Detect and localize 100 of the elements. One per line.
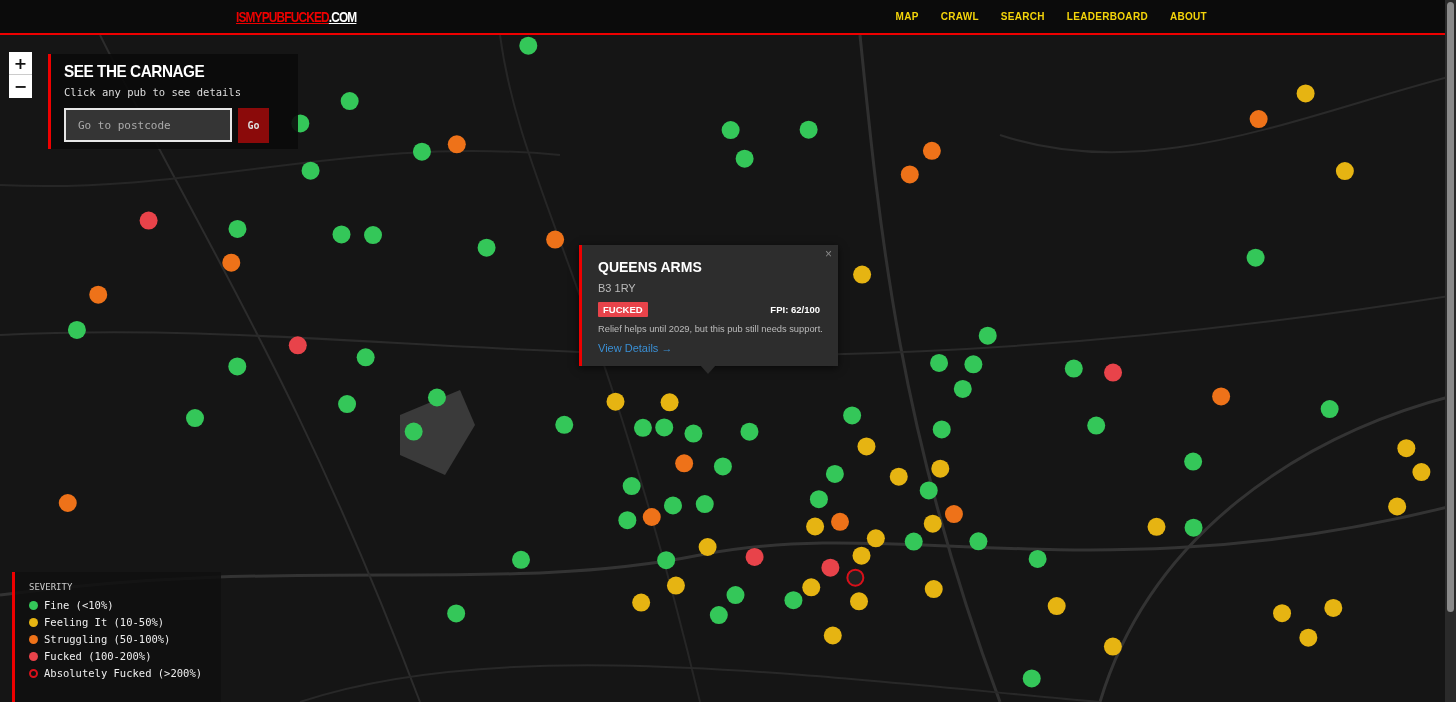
map-pin[interactable] — [228, 357, 247, 376]
map-pin[interactable] — [228, 219, 247, 238]
map-pin[interactable] — [1273, 604, 1292, 623]
map-pin[interactable] — [655, 418, 674, 437]
map-pin[interactable] — [660, 393, 679, 412]
map-pin[interactable] — [698, 538, 717, 556]
map-pin[interactable] — [825, 464, 844, 483]
map-pin[interactable] — [89, 285, 108, 304]
map-pin[interactable] — [606, 392, 625, 411]
map-pin[interactable] — [1047, 597, 1066, 616]
map-pin[interactable] — [904, 532, 923, 551]
map-pin[interactable] — [735, 149, 754, 168]
map-pin[interactable] — [186, 409, 204, 428]
map-pin[interactable] — [519, 36, 538, 55]
map-pin[interactable] — [633, 418, 652, 437]
map-pin[interactable] — [666, 576, 685, 595]
map-pin[interactable] — [1397, 439, 1416, 458]
go-button[interactable]: Go — [238, 108, 269, 143]
map-pin[interactable] — [821, 558, 840, 577]
map-pin[interactable] — [784, 591, 803, 610]
map-pin[interactable] — [222, 253, 241, 272]
map-pin[interactable] — [930, 353, 949, 372]
map-pin[interactable] — [1064, 359, 1083, 378]
map-pin[interactable] — [1296, 84, 1315, 103]
map-pin[interactable] — [1246, 248, 1265, 267]
map-pin[interactable] — [1022, 669, 1041, 688]
map-pin[interactable] — [852, 546, 871, 565]
map-pin[interactable] — [546, 230, 565, 249]
map-pin[interactable] — [806, 517, 825, 536]
map-pin[interactable] — [721, 121, 740, 140]
map-pin[interactable] — [843, 406, 862, 425]
map-pin[interactable] — [1184, 518, 1203, 537]
map-pin[interactable] — [831, 512, 849, 531]
map-pin[interactable] — [512, 550, 531, 569]
map-pin[interactable] — [139, 211, 158, 230]
map-pin[interactable] — [919, 481, 938, 500]
map-pin[interactable] — [356, 348, 375, 367]
map-pin[interactable] — [900, 165, 919, 184]
map-pin[interactable] — [809, 490, 828, 509]
map-pin[interactable] — [657, 551, 676, 570]
map-pin[interactable] — [364, 226, 383, 245]
map-pin[interactable] — [1087, 416, 1106, 435]
map-pin[interactable] — [709, 606, 728, 625]
postcode-field[interactable]: Go to postcode — [64, 108, 232, 142]
map-pin[interactable] — [726, 586, 745, 604]
map-pin[interactable] — [684, 424, 703, 443]
map-pin[interactable] — [823, 626, 842, 645]
map-pin[interactable] — [477, 238, 496, 257]
map-pin[interactable] — [969, 532, 988, 551]
map-pin[interactable] — [853, 265, 872, 284]
map-pin[interactable] — [799, 120, 818, 139]
map-pin[interactable] — [1212, 387, 1231, 406]
map-pin[interactable] — [58, 494, 77, 512]
map-pin[interactable] — [301, 161, 320, 180]
map-pin[interactable] — [555, 415, 574, 434]
details-link[interactable]: View Details → — [598, 342, 838, 354]
map-pin[interactable] — [1028, 549, 1047, 568]
map-pin[interactable] — [288, 336, 307, 355]
map-pin[interactable] — [944, 505, 963, 524]
map-pin[interactable] — [1324, 598, 1343, 617]
map-pin[interactable] — [931, 459, 950, 478]
map-pin[interactable] — [922, 141, 941, 160]
map-pin[interactable] — [695, 495, 714, 514]
map-pin[interactable] — [1412, 463, 1431, 482]
map-pin[interactable] — [675, 454, 694, 473]
map-pin[interactable] — [932, 420, 951, 439]
nav-link[interactable]: CRAWL — [929, 11, 990, 22]
map-pin[interactable] — [857, 437, 876, 456]
map-pin[interactable] — [664, 496, 682, 515]
map-pin[interactable] — [67, 320, 86, 339]
map-pin[interactable] — [1335, 162, 1354, 180]
map-pin[interactable] — [427, 388, 446, 407]
map-pin[interactable] — [338, 395, 357, 414]
map-pin[interactable] — [964, 355, 983, 374]
map-pin[interactable] — [802, 578, 821, 597]
close-button[interactable]: × — [823, 247, 834, 261]
map-pin[interactable] — [332, 225, 351, 244]
map-pin[interactable] — [889, 467, 908, 486]
nav-link[interactable]: LEADERBOARD — [1055, 11, 1159, 22]
map-pin[interactable] — [1147, 517, 1166, 536]
map-pin[interactable] — [404, 422, 423, 441]
nav-link[interactable]: ABOUT — [1158, 11, 1207, 22]
map-pin[interactable] — [745, 547, 764, 566]
map-pin[interactable] — [1388, 497, 1407, 516]
map-pin[interactable] — [447, 135, 466, 154]
map-pin[interactable] — [866, 529, 885, 548]
map-pin[interactable] — [1184, 452, 1203, 471]
map-pin[interactable] — [978, 326, 997, 345]
map-pin[interactable] — [632, 593, 651, 612]
map-pin[interactable] — [923, 514, 942, 533]
map-pin[interactable] — [618, 511, 637, 530]
map-pin[interactable] — [924, 580, 943, 599]
site-logo[interactable]: ISMYPUBFUCKED.COM — [236, 8, 357, 25]
zoom-in-button[interactable]: + — [9, 52, 32, 75]
nav-link[interactable]: SEARCH — [989, 11, 1056, 22]
map-pin[interactable] — [1249, 110, 1268, 129]
map-pin[interactable] — [850, 592, 868, 611]
map-pin[interactable] — [1299, 628, 1318, 647]
map-pin[interactable] — [340, 92, 359, 111]
map-pin[interactable] — [740, 422, 759, 441]
